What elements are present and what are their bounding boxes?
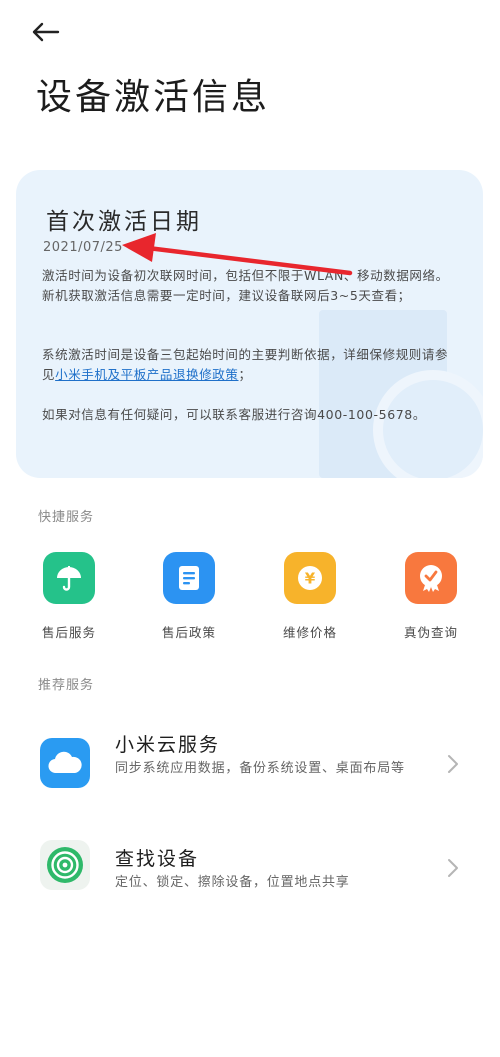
- recommended-item-description: 同步系统应用数据，备份系统设置、桌面布局等: [115, 761, 405, 776]
- recommended-item-title: 小米云服务: [115, 734, 221, 756]
- recommended-item-title: 查找设备: [115, 848, 200, 870]
- quick-item-label: 售后服务: [41, 625, 96, 640]
- recommended-item-description: 定位、锁定、擦除设备，位置地点共享: [115, 875, 350, 890]
- quick-item-repair-price[interactable]: ¥ 维修价格: [265, 552, 355, 641]
- recommended-item-mi-cloud[interactable]: 小米云服务 同步系统应用数据，备份系统设置、桌面布局等: [0, 722, 500, 812]
- verify-badge-icon: [405, 552, 457, 604]
- quick-item-label: 维修价格: [282, 625, 337, 640]
- quick-item-after-sales-policy[interactable]: 售后政策: [144, 552, 234, 641]
- quick-item-label: 真伪查询: [403, 625, 458, 640]
- annotation-arrow: [122, 233, 353, 276]
- recommended-services-label: 推荐服务: [38, 678, 95, 693]
- chevron-right-icon: [448, 859, 458, 877]
- svg-text:¥: ¥: [305, 570, 316, 588]
- quick-item-label: 售后政策: [161, 625, 216, 640]
- quick-item-authenticity-check[interactable]: 真伪查询: [386, 552, 476, 641]
- yuan-coin-icon: ¥: [284, 552, 336, 604]
- back-arrow-icon: [32, 22, 60, 42]
- chevron-right-icon: [448, 755, 458, 773]
- page-title: 设备激活信息: [36, 77, 271, 118]
- back-button[interactable]: [30, 14, 70, 50]
- recommended-item-find-device[interactable]: 查找设备 定位、锁定、擦除设备，位置地点共享: [0, 836, 500, 926]
- cloud-icon: [40, 738, 90, 788]
- quick-item-after-sales-service[interactable]: 售后服务: [24, 552, 114, 641]
- document-icon: [163, 552, 215, 604]
- radar-icon: [40, 840, 90, 890]
- umbrella-icon: [43, 552, 95, 604]
- activation-info-card: 首次激活日期 2021/07/25 激活时间为设备初次联网时间，包括但不限于WL…: [16, 170, 483, 478]
- quick-services-label: 快捷服务: [38, 510, 95, 525]
